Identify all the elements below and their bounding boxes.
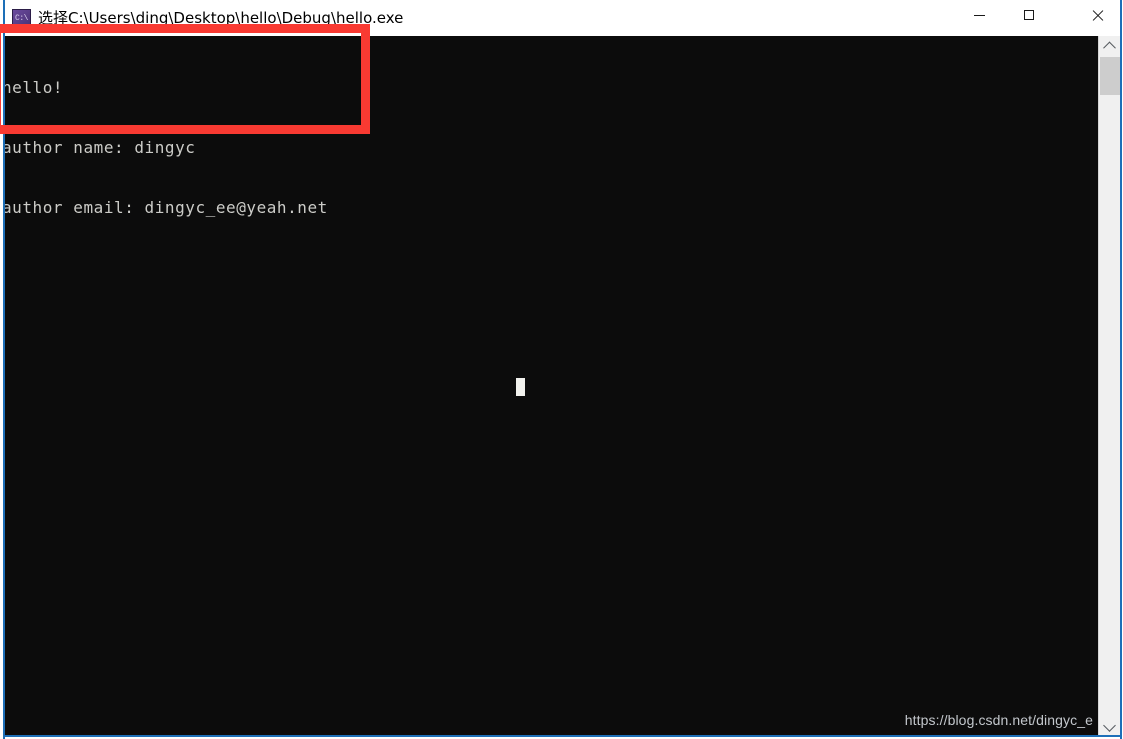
title-bar[interactable]: C:\ 选择C:\Users\ding\Desktop\hello\Debug\…: [5, 0, 1120, 36]
chevron-up-icon: [1103, 41, 1116, 54]
console-line: hello!: [5, 78, 64, 97]
vertical-scrollbar[interactable]: [1098, 36, 1120, 735]
minimize-icon: [973, 14, 985, 16]
console-line: author name: dingyc: [5, 138, 196, 157]
scrollbar-thumb[interactable]: [1100, 57, 1120, 95]
scroll-up-button[interactable]: [1099, 36, 1120, 56]
text-cursor-caret: [516, 378, 525, 396]
maximize-button[interactable]: [1006, 0, 1052, 30]
console-text-block: hello! author name: dingyc author email:…: [5, 38, 328, 258]
minimize-button[interactable]: [956, 0, 1002, 30]
window-border-bottom: [3, 735, 1122, 737]
window-title: 选择C:\Users\ding\Desktop\hello\Debug\hell…: [38, 9, 404, 27]
console-window: C:\ 选择C:\Users\ding\Desktop\hello\Debug\…: [0, 0, 1123, 739]
maximize-icon: [1024, 10, 1034, 20]
console-app-icon: C:\: [12, 9, 31, 28]
scroll-down-button[interactable]: [1099, 715, 1120, 735]
window-border-right: [1120, 0, 1122, 739]
console-output-area[interactable]: hello! author name: dingyc author email:…: [5, 36, 1098, 735]
console-line: author email: dingyc_ee@yeah.net: [5, 198, 328, 217]
chevron-down-icon: [1103, 718, 1116, 732]
close-button[interactable]: [1074, 0, 1120, 30]
watermark-url: https://blog.csdn.net/dingyc_e: [904, 712, 1093, 728]
close-icon: [1091, 9, 1104, 22]
